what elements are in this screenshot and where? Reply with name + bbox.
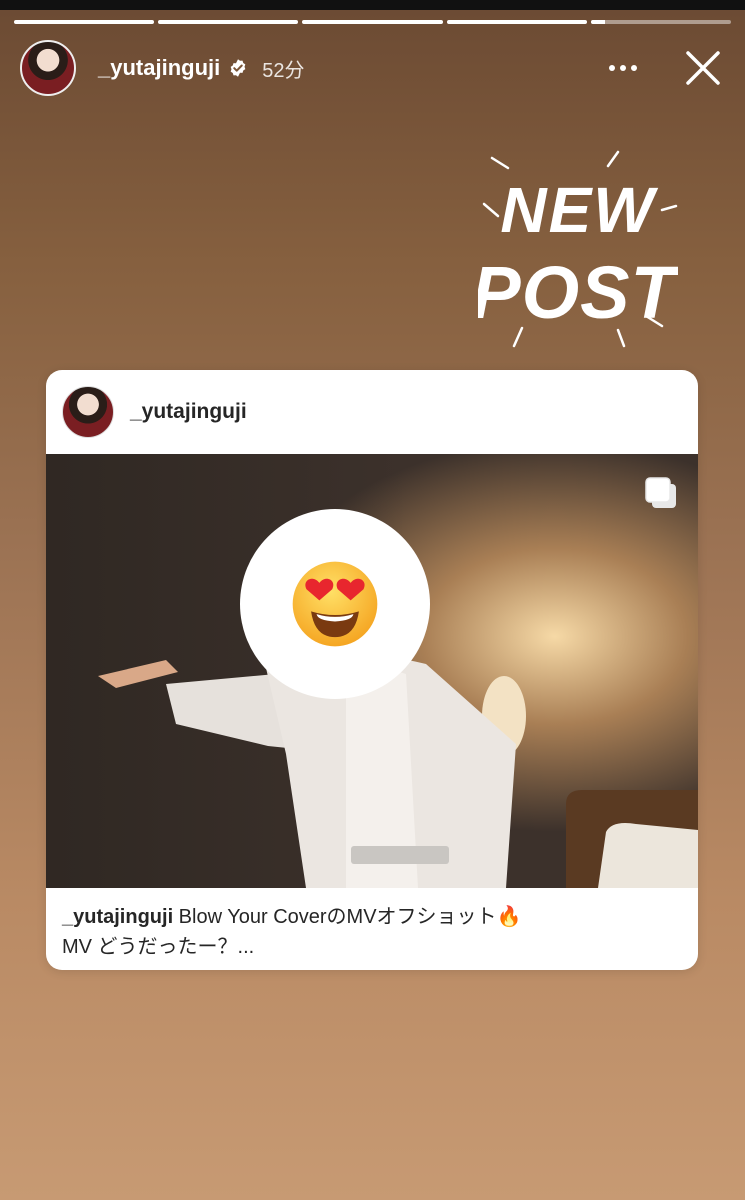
caption-line-2: MV どうだったー？... [62, 936, 255, 958]
heart-eyes-emoji [292, 561, 378, 647]
emoji-sticker [240, 509, 430, 699]
close-button[interactable] [681, 46, 725, 90]
progress-segment [446, 20, 587, 24]
caption-username: _yutajinguji [62, 906, 174, 928]
post-avatar [62, 386, 114, 438]
story-username[interactable]: _yutajinguji [98, 55, 220, 81]
new-post-sticker[interactable]: NEW POST [478, 150, 678, 350]
caption-text: Blow Your CoverのMVオフショット🔥 [173, 906, 522, 928]
progress-segment [14, 20, 155, 24]
story-header: _yutajinguji 52分 [20, 40, 725, 96]
post-header: _yutajinguji [46, 370, 698, 454]
progress-segment [302, 20, 443, 24]
more-options-button[interactable] [603, 48, 643, 88]
multiple-photos-icon [645, 477, 676, 508]
sticker-text-new: NEW [500, 174, 658, 246]
avatar[interactable] [20, 40, 76, 96]
sticker-text-post: POST [478, 251, 678, 334]
more-options-icon [609, 65, 637, 71]
post-photo[interactable] [46, 454, 698, 888]
story-progress-bar [14, 20, 732, 24]
post-caption: _yutajinguji Blow Your CoverのMVオフショット🔥 M… [46, 888, 698, 962]
shared-post-card[interactable]: _yutajinguji _yutajinguji Blow Your Cove… [46, 370, 698, 970]
post-username: _yutajinguji [130, 400, 247, 423]
status-bar-strip [0, 0, 745, 10]
close-icon [686, 51, 720, 85]
story-timestamp: 52分 [262, 59, 305, 82]
progress-segment-current [590, 20, 732, 24]
progress-segment [158, 20, 299, 24]
verified-badge-icon [230, 59, 246, 77]
